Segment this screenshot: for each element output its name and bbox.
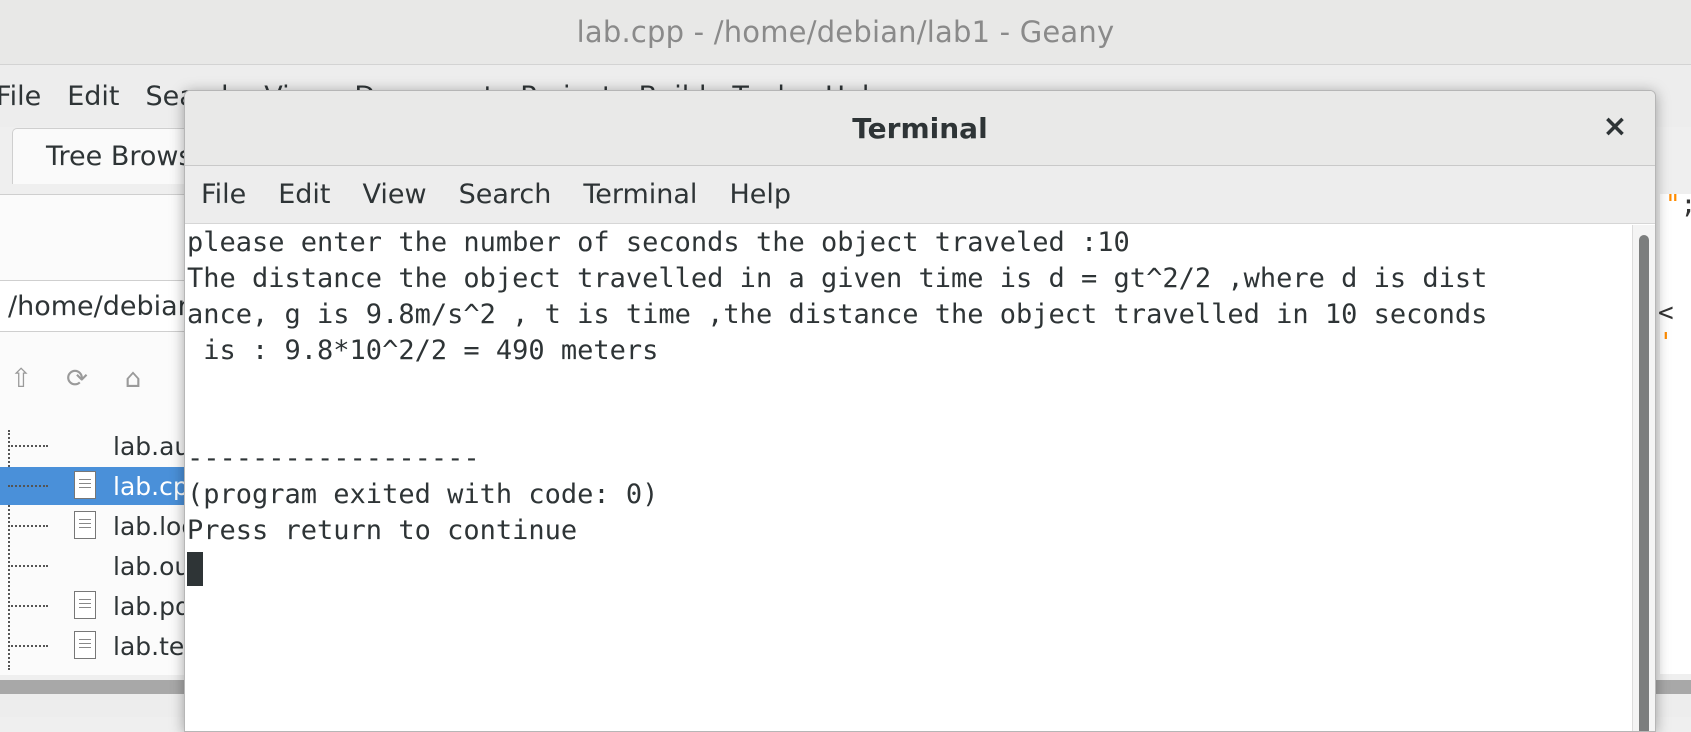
tree-connector	[8, 485, 48, 487]
tree-item-lab-log[interactable]: lab.log	[0, 507, 190, 545]
terminal-line: ance, g is 9.8m/s^2 , t is time ,the dis…	[187, 299, 1488, 330]
sidebar-toolbar: ⇧ ⟳ ⌂	[0, 350, 190, 410]
tree-item-label: lab.pdf	[113, 591, 190, 621]
terminal-titlebar[interactable]: Terminal ×	[185, 91, 1655, 166]
editor-area[interactable]	[1660, 194, 1691, 674]
terminal-line: please enter the number of seconds the o…	[187, 227, 1130, 258]
terminal-line: (program exited with code: 0)	[187, 479, 659, 510]
text-file-icon	[74, 471, 96, 499]
geany-titlebar: lab.cpp - /home/debian/lab1 - Geany	[0, 0, 1691, 65]
text-cursor	[187, 551, 203, 586]
editor-quote: '	[1658, 328, 1674, 358]
terminal-menu-terminal[interactable]: Terminal	[583, 179, 697, 210]
tree-connector	[8, 445, 48, 447]
tree-item-label: lab.tex	[113, 631, 190, 661]
tree-item-lab-out[interactable]: lab.out	[0, 547, 190, 585]
go-up-icon[interactable]: ⇧	[6, 364, 36, 394]
editor-code-fragment: ";	[1665, 190, 1691, 220]
path-input[interactable]: /home/debian/lab1	[0, 280, 190, 332]
tree-connector	[8, 565, 48, 567]
tree-item-lab-pdf[interactable]: lab.pdf	[0, 587, 190, 625]
editor-code-fragment: < '	[1658, 298, 1691, 358]
terminal-line: is : 9.8*10^2/2 = 490 meters	[187, 335, 659, 366]
geany-menu-edit[interactable]: Edit	[67, 81, 119, 112]
editor-lt: <	[1658, 298, 1674, 328]
terminal-output[interactable]: please enter the number of seconds the o…	[185, 225, 1633, 731]
editor-quote: "	[1665, 190, 1681, 220]
tab-tree-browser[interactable]: Tree Browser	[12, 128, 212, 184]
tree-item-lab-cpp[interactable]: lab.cpp	[0, 467, 190, 505]
tree-item-label: lab.cpp	[113, 471, 190, 501]
tree-item-label: lab.aux	[113, 431, 190, 461]
terminal-menu-edit[interactable]: Edit	[278, 179, 330, 210]
geany-window-title: lab.cpp - /home/debian/lab1 - Geany	[576, 15, 1115, 49]
terminal-menu-view[interactable]: View	[362, 179, 426, 210]
geany-menu-file[interactable]: File	[0, 81, 41, 112]
tree-item-lab-tex[interactable]: lab.tex	[0, 627, 190, 665]
close-icon[interactable]: ×	[1597, 109, 1633, 145]
editor-semicolon: ;	[1681, 190, 1691, 220]
scrollbar-thumb[interactable]	[1639, 235, 1649, 731]
terminal-window: Terminal × File Edit View Search Termina…	[184, 90, 1656, 732]
terminal-line: The distance the object travelled in a g…	[187, 263, 1488, 294]
tree-item-label: lab.out	[113, 551, 190, 581]
refresh-icon[interactable]: ⟳	[62, 364, 92, 394]
text-file-icon	[74, 511, 96, 539]
terminal-menubar: File Edit View Search Terminal Help	[185, 166, 1655, 224]
home-icon[interactable]: ⌂	[118, 364, 148, 394]
tree-item-lab-aux[interactable]: lab.aux	[0, 427, 190, 465]
terminal-menu-help[interactable]: Help	[729, 179, 791, 210]
terminal-title: Terminal	[852, 111, 988, 145]
tree-connector	[8, 605, 48, 607]
pdf-file-icon	[74, 591, 96, 619]
terminal-line: Press return to continue	[187, 515, 578, 546]
text-file-icon	[74, 631, 96, 659]
terminal-scrollbar[interactable]	[1632, 225, 1655, 731]
tree-connector	[8, 645, 48, 647]
terminal-menu-file[interactable]: File	[201, 179, 246, 210]
terminal-menu-search[interactable]: Search	[459, 179, 552, 210]
terminal-line: ------------------	[187, 443, 480, 474]
tree-connector	[8, 525, 48, 527]
tree-item-label: lab.log	[113, 511, 190, 541]
terminal-cursor-line	[187, 549, 1633, 586]
